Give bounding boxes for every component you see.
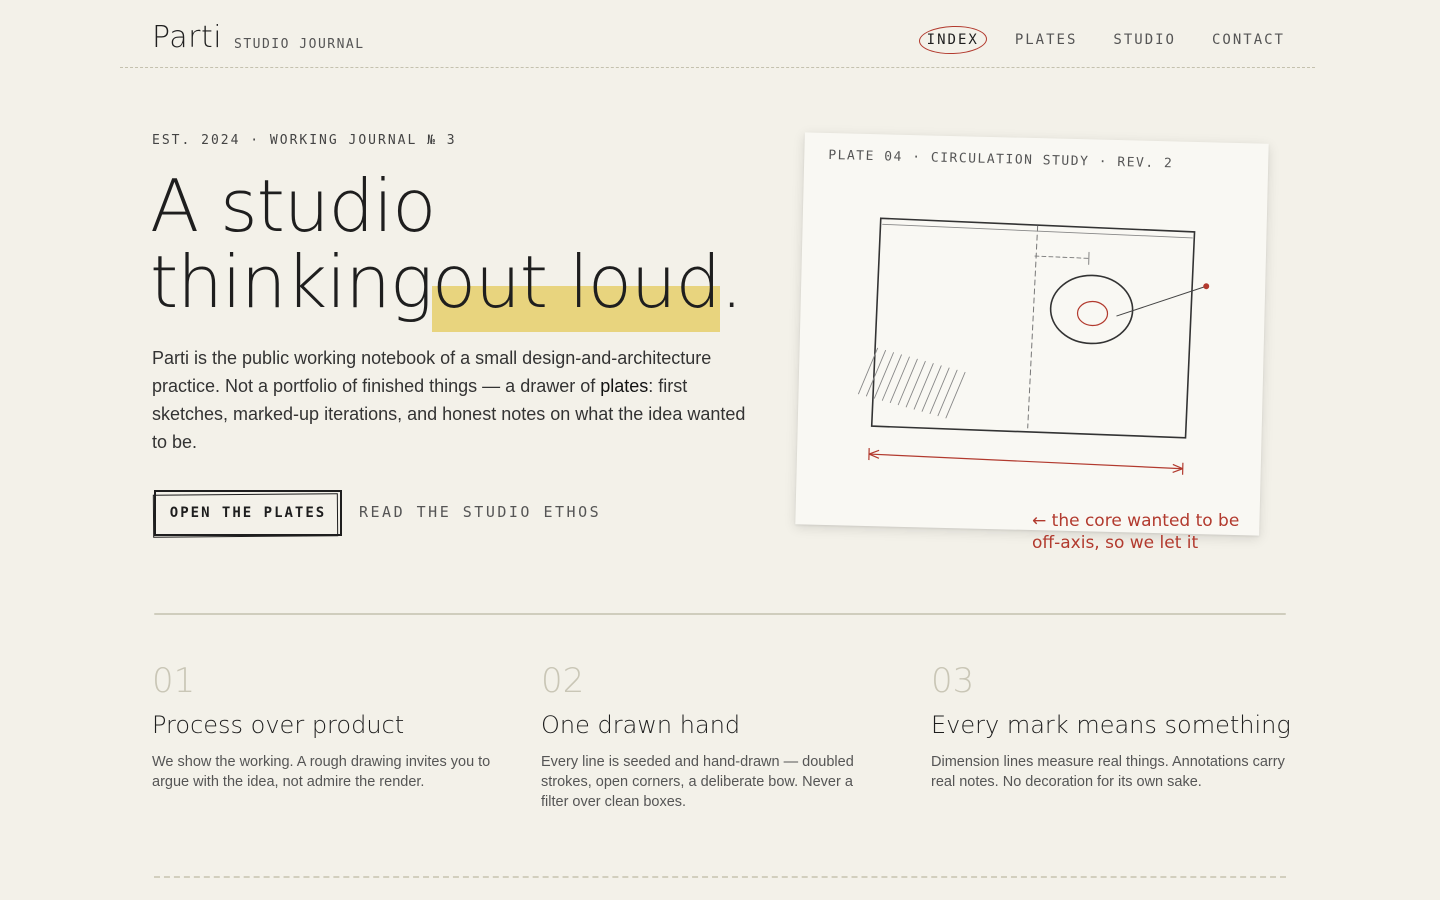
feature-title: Process over product: [152, 711, 405, 739]
feature-drawn-hand: 02 One drawn hand Every line is seeded a…: [541, 662, 901, 812]
hero-title-period: .: [720, 240, 743, 324]
feature-body: We show the working. A rough drawing inv…: [152, 754, 491, 790]
hero-title-highlight: out loud: [432, 240, 721, 332]
dimension-line: [868, 453, 1183, 470]
leader-dot: [1203, 283, 1210, 290]
plan-outline: [870, 217, 1196, 439]
feature-title: One drawn hand: [541, 711, 741, 739]
hero-eyebrow: EST. 2024 · WORKING JOURNAL № 3: [152, 133, 457, 148]
feature-number: 02: [541, 661, 585, 701]
logo-subtitle: STUDIO JOURNAL: [234, 37, 365, 52]
footer-divider: [154, 876, 1286, 878]
nav-item-index[interactable]: INDEX: [923, 30, 983, 50]
main-nav: INDEX PLATES STUDIO CONTACT: [923, 30, 1289, 50]
site-header: Parti STUDIO JOURNAL INDEX PLATES STUDIO…: [120, 0, 1315, 68]
nav-item-contact[interactable]: CONTACT: [1208, 30, 1289, 50]
core-shape: [1049, 274, 1134, 345]
feature-number: 03: [931, 661, 975, 701]
section-divider: [154, 613, 1286, 615]
feature-process: 01 Process over product We show the work…: [152, 662, 512, 792]
nav-item-plates[interactable]: PLATES: [1011, 30, 1082, 50]
read-ethos-link[interactable]: READ THE STUDIO ETHOS: [359, 503, 601, 521]
offset-dimension: [1034, 255, 1090, 259]
nav-item-studio[interactable]: STUDIO: [1109, 30, 1180, 50]
hero-title: A studio thinking out loud.: [150, 168, 743, 332]
hero-title-line1: A studio: [150, 164, 436, 248]
hero-lede: Parti is the public working notebook of …: [152, 344, 752, 456]
feature-number: 01: [152, 661, 196, 701]
logo[interactable]: Parti: [152, 20, 222, 55]
lede-emphasis: plates: [600, 376, 649, 396]
hero-title-word: thinking: [150, 240, 433, 324]
plate-annotation: ← the core wanted to be off-axis, so we …: [1032, 511, 1240, 553]
feature-title: Every mark means something: [931, 711, 1291, 739]
feature-body: Dimension lines measure real things. Ann…: [931, 754, 1285, 790]
plate-card[interactable]: PLATE 04 · CIRCULATION STUDY · REV. 2: [795, 132, 1269, 536]
feature-body: Every line is seeded and hand-drawn — do…: [541, 754, 854, 810]
core-highlight: [1076, 300, 1109, 327]
circulation-sketch: [858, 217, 1210, 475]
open-plates-button[interactable]: OPEN THE PLATES: [154, 490, 342, 536]
feature-every-mark: 03 Every mark means something Dimension …: [931, 662, 1291, 792]
